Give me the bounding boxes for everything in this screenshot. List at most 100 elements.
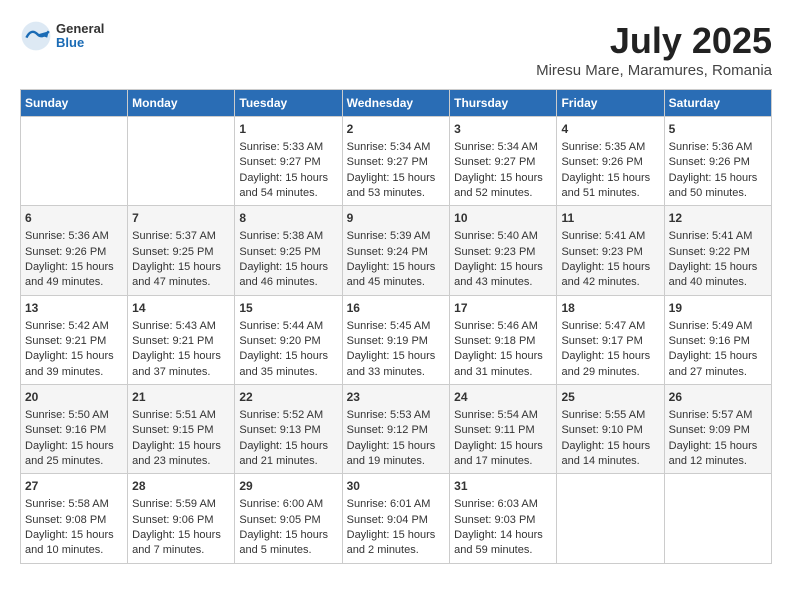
day-number: 17 [454, 300, 552, 317]
day-info: and 25 minutes. [25, 455, 103, 467]
calendar-cell: 2 Sunrise: 5:34 AM Sunset: 9:27 PM Daylight… [342, 117, 450, 206]
day-info: Sunset: 9:11 PM [454, 424, 535, 436]
calendar-cell: 18Sunrise: 5:47 AMSunset: 9:17 PMDayligh… [557, 295, 664, 384]
day-info: Sunrise: 5:57 AM [669, 409, 753, 421]
day-info: Sunrise: 5:41 AM [669, 230, 753, 242]
day-number: 25 [561, 389, 659, 406]
day-info: Sunset: 9:27 PM [347, 156, 428, 168]
day-info: Daylight: 15 hours [561, 350, 650, 362]
page-title: July 2025 [536, 20, 772, 62]
day-info: Daylight: 15 hours [561, 172, 650, 184]
weekday-header-monday: Monday [128, 90, 235, 117]
day-info: and 10 minutes. [25, 544, 103, 556]
day-number: 16 [347, 300, 446, 317]
day-info: and 33 minutes. [347, 366, 425, 378]
day-info: Daylight: 15 hours [669, 172, 758, 184]
day-info: Sunrise: 5:55 AM [561, 409, 645, 421]
day-info: and 7 minutes. [132, 544, 204, 556]
day-number: 15 [239, 300, 337, 317]
day-info: Sunset: 9:26 PM [25, 246, 106, 258]
day-info: Sunrise: 5:41 AM [561, 230, 645, 242]
day-info: Daylight: 15 hours [669, 350, 758, 362]
weekday-header-saturday: Saturday [664, 90, 771, 117]
calendar-cell: 3Sunrise: 5:34 AMSunset: 9:27 PMDaylight… [450, 117, 557, 206]
day-info: Sunset: 9:16 PM [669, 335, 750, 347]
calendar-cell: 8Sunrise: 5:38 AMSunset: 9:25 PMDaylight… [235, 206, 342, 295]
day-number: 2 [347, 121, 446, 138]
weekday-header-wednesday: Wednesday [342, 90, 450, 117]
day-info: Daylight: 15 hours [454, 350, 543, 362]
day-info: Sunset: 9:21 PM [25, 335, 106, 347]
calendar-cell: 14Sunrise: 5:43 AMSunset: 9:21 PMDayligh… [128, 295, 235, 384]
page-subtitle: Miresu Mare, Maramures, Romania [536, 62, 772, 79]
day-info: Daylight: 15 hours [561, 261, 650, 273]
calendar-cell: 1Sunrise: 5:33 AMSunset: 9:27 PMDaylight… [235, 117, 342, 206]
day-info: and 51 minutes. [561, 187, 639, 199]
day-info: Sunset: 9:27 PM [454, 156, 535, 168]
day-number: 10 [454, 210, 552, 227]
calendar-cell: 11Sunrise: 5:41 AMSunset: 9:23 PMDayligh… [557, 206, 664, 295]
day-info: Sunset: 9:23 PM [454, 246, 535, 258]
weekday-header-thursday: Thursday [450, 90, 557, 117]
day-info: Daylight: 15 hours [669, 261, 758, 273]
calendar-week-row: 20Sunrise: 5:50 AMSunset: 9:16 PMDayligh… [21, 385, 772, 474]
day-number: 9 [347, 210, 446, 227]
day-info: and 53 minutes. [347, 187, 425, 199]
day-info: and 35 minutes. [239, 366, 317, 378]
day-info: Daylight: 15 hours [132, 440, 221, 452]
day-number: 30 [347, 478, 446, 495]
title-block: July 2025 Miresu Mare, Maramures, Romani… [536, 20, 772, 79]
calendar-cell: 17Sunrise: 5:46 AMSunset: 9:18 PMDayligh… [450, 295, 557, 384]
day-info: Daylight: 15 hours [132, 529, 221, 541]
day-number: 4 [561, 121, 659, 138]
day-info: and 42 minutes. [561, 276, 639, 288]
calendar-cell: 5Sunrise: 5:36 AMSunset: 9:26 PMDaylight… [664, 117, 771, 206]
day-info: Sunrise: 5:50 AM [25, 409, 109, 421]
day-info: and 47 minutes. [132, 276, 210, 288]
calendar-week-row: 27Sunrise: 5:58 AMSunset: 9:08 PMDayligh… [21, 474, 772, 563]
day-info: and 46 minutes. [239, 276, 317, 288]
day-info: and 31 minutes. [454, 366, 532, 378]
calendar-cell: 13Sunrise: 5:42 AMSunset: 9:21 PMDayligh… [21, 295, 128, 384]
day-info: and 21 minutes. [239, 455, 317, 467]
day-info: Sunrise: 6:03 AM [454, 498, 538, 510]
calendar-cell: 19Sunrise: 5:49 AMSunset: 9:16 PMDayligh… [664, 295, 771, 384]
calendar-cell: 30Sunrise: 6:01 AMSunset: 9:04 PMDayligh… [342, 474, 450, 563]
day-info: Sunrise: 5:54 AM [454, 409, 538, 421]
day-info: Sunset: 9:26 PM [561, 156, 642, 168]
calendar-cell [128, 117, 235, 206]
day-info: Daylight: 15 hours [454, 172, 543, 184]
day-info: Sunrise: 5:52 AM [239, 409, 323, 421]
day-info: Sunset: 9:22 PM [669, 246, 750, 258]
day-info: Daylight: 14 hours [454, 529, 543, 541]
day-info: Sunset: 9:20 PM [239, 335, 320, 347]
day-info: Sunset: 9:15 PM [132, 424, 213, 436]
calendar-cell [664, 474, 771, 563]
day-info: and 12 minutes. [669, 455, 747, 467]
calendar-cell: 26Sunrise: 5:57 AMSunset: 9:09 PMDayligh… [664, 385, 771, 474]
day-info: Sunset: 9:25 PM [132, 246, 213, 258]
day-info: Sunrise: 5:33 AM [239, 141, 323, 153]
day-info: Sunset: 9:23 PM [561, 246, 642, 258]
day-number: 14 [132, 300, 230, 317]
day-info: Sunset: 9:21 PM [132, 335, 213, 347]
weekday-header-tuesday: Tuesday [235, 90, 342, 117]
day-info: Daylight: 15 hours [561, 440, 650, 452]
day-info: and 37 minutes. [132, 366, 210, 378]
day-info: Daylight: 15 hours [347, 172, 436, 184]
day-info: Sunrise: 5:49 AM [669, 320, 753, 332]
day-number: 6 [25, 210, 123, 227]
day-info: and 2 minutes. [347, 544, 419, 556]
day-info: and 50 minutes. [669, 187, 747, 199]
day-info: Daylight: 15 hours [25, 440, 114, 452]
day-info: Sunrise: 5:34 AM [347, 141, 431, 153]
day-number: 28 [132, 478, 230, 495]
logo-blue-text: Blue [56, 36, 104, 50]
day-info: Daylight: 15 hours [347, 529, 436, 541]
day-info: and 5 minutes. [239, 544, 311, 556]
day-info: Sunrise: 5:36 AM [25, 230, 109, 242]
day-info: Daylight: 15 hours [132, 350, 221, 362]
day-info: Sunset: 9:05 PM [239, 514, 320, 526]
day-info: Daylight: 15 hours [347, 350, 436, 362]
day-info: Sunset: 9:04 PM [347, 514, 428, 526]
